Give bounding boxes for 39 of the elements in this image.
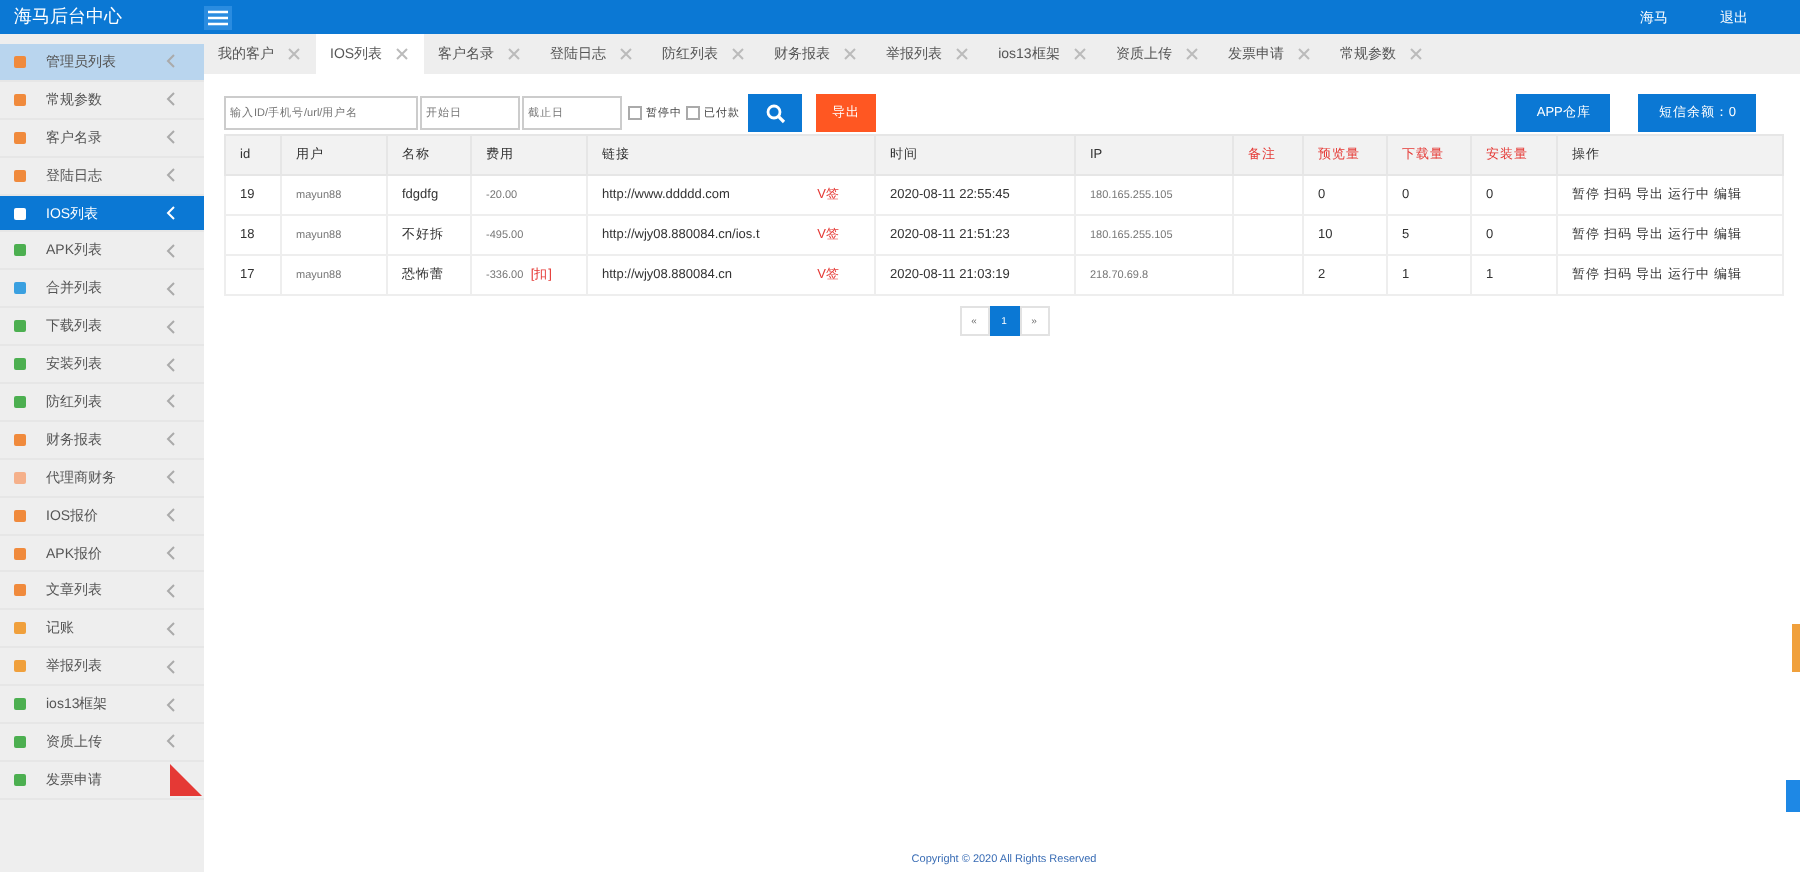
chevron-icon xyxy=(166,357,176,372)
close-icon[interactable] xyxy=(288,48,300,60)
search-icon xyxy=(765,103,785,123)
chevron-icon xyxy=(166,432,176,447)
close-icon[interactable] xyxy=(1073,48,1086,60)
chevron-icon xyxy=(166,621,176,636)
chevron-icon xyxy=(166,243,176,258)
chevron-icon xyxy=(166,734,176,749)
close-icon[interactable] xyxy=(1409,48,1422,60)
chevron-icon xyxy=(166,319,176,334)
search-button[interactable] xyxy=(748,94,802,132)
chevron-icon xyxy=(166,54,176,69)
chevron-icon xyxy=(166,281,176,296)
menu-icon xyxy=(208,9,228,25)
checkbox[interactable] xyxy=(628,106,642,120)
close-icon[interactable] xyxy=(1297,48,1310,60)
close-icon[interactable] xyxy=(1185,48,1198,60)
chevron-icon xyxy=(166,130,176,145)
app-title: 海马后台中心 xyxy=(14,4,124,30)
close-icon[interactable] xyxy=(844,48,857,60)
chevron-icon xyxy=(166,168,176,183)
chevron-icon xyxy=(166,206,176,220)
chevron-icon xyxy=(166,659,176,674)
side-widget[interactable] xyxy=(1786,780,1800,812)
chevron-icon xyxy=(166,583,176,598)
chevron-icon xyxy=(166,697,176,712)
chevron-icon xyxy=(166,394,176,409)
close-icon[interactable] xyxy=(732,48,745,60)
close-icon[interactable] xyxy=(620,48,633,60)
menu-button[interactable] xyxy=(204,5,232,29)
chevron-icon xyxy=(166,546,176,561)
chevron-icon xyxy=(166,508,176,523)
chevron-icon xyxy=(166,470,176,485)
chevron-icon xyxy=(166,92,176,107)
side-widget[interactable] xyxy=(1792,624,1800,672)
close-icon[interactable] xyxy=(956,48,969,60)
close-icon[interactable] xyxy=(396,48,409,60)
checkbox[interactable] xyxy=(686,106,700,120)
close-icon[interactable] xyxy=(508,48,521,60)
